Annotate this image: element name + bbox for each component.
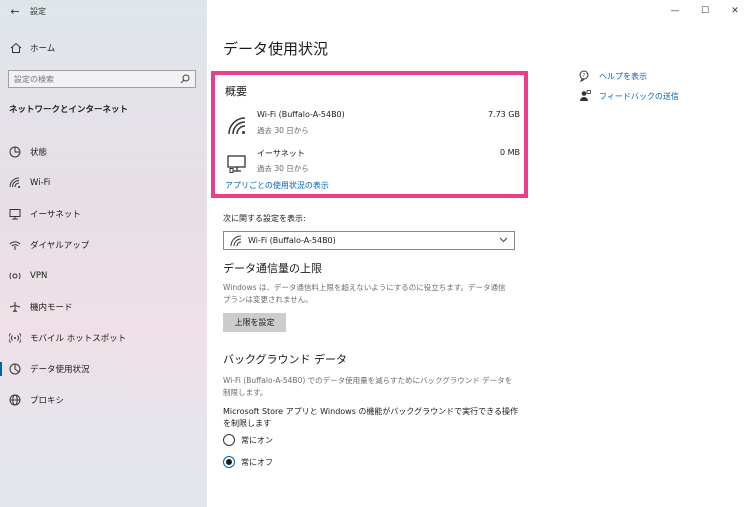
sidebar-item-airplane[interactable]: 機内モード xyxy=(0,291,207,322)
radio-label: 常にオン xyxy=(241,435,273,445)
airplane-icon xyxy=(8,300,22,314)
help-link[interactable]: ? ヘルプを表示 xyxy=(579,66,679,86)
minimize-icon: — xyxy=(670,6,680,16)
sidebar-item-data-usage[interactable]: データ使用状況 xyxy=(0,353,207,384)
network-select-value: Wi-Fi (Buffalo-A-54B0) xyxy=(248,236,336,245)
maximize-button[interactable]: ☐ xyxy=(690,0,720,22)
feedback-link-label: フィードバックの送信 xyxy=(599,91,679,101)
sidebar-item-label: ダイヤルアップ xyxy=(30,240,90,251)
search-input[interactable] xyxy=(14,74,174,84)
app-title: 設定 xyxy=(30,6,46,16)
dialup-icon xyxy=(8,238,22,252)
wifi-icon xyxy=(227,116,247,136)
sidebar-item-label: 状態 xyxy=(30,147,48,158)
sidebar-item-label: Wi-Fi xyxy=(30,177,51,188)
hotspot-icon xyxy=(8,331,22,345)
section-title: ネットワークとインターネット xyxy=(9,105,129,115)
back-button[interactable]: ← xyxy=(0,0,30,22)
network-name: イーサネット xyxy=(257,149,305,158)
sidebar-item-label: イーサネット xyxy=(30,209,81,220)
home-icon xyxy=(8,42,24,54)
vpn-icon xyxy=(8,269,22,283)
overview-row-wifi: Wi-Fi (Buffalo-A-54B0) 過去 30 日から 7.73 GB xyxy=(225,110,520,140)
page-title: データ使用状況 xyxy=(223,40,329,58)
ethernet-icon xyxy=(8,207,22,221)
radio-button[interactable] xyxy=(223,434,235,446)
chevron-down-icon xyxy=(499,236,508,245)
close-icon: ✕ xyxy=(731,6,739,16)
svg-text:?: ? xyxy=(583,73,586,79)
help-links: ? ヘルプを表示 フィードバックの送信 xyxy=(579,66,679,106)
view-usage-per-app-link[interactable]: アプリごとの使用状況の表示 xyxy=(225,180,329,191)
wifi-icon xyxy=(230,235,242,247)
background-question-line1: Microsoft Store アプリと Windows の機能がバックグラウン… xyxy=(223,407,518,416)
network-period: 過去 30 日から xyxy=(257,126,309,135)
feedback-person-icon xyxy=(579,90,591,102)
search-box[interactable] xyxy=(8,70,196,88)
set-limit-button[interactable]: 上限を設定 xyxy=(223,313,286,332)
overview-title: 概要 xyxy=(225,85,247,98)
title-bar: ← 設定 xyxy=(0,0,207,22)
home-label: ホーム xyxy=(30,44,56,54)
sidebar-nav: 状態 Wi-Fi イーサネット ダイヤルアップ VPN 機内モード モバイル ホ… xyxy=(0,136,207,415)
window-controls: — ☐ ✕ xyxy=(660,0,750,22)
sidebar-item-dialup[interactable]: ダイヤルアップ xyxy=(0,229,207,260)
sidebar: ← 設定 ホーム ネットワークとインターネット 状態 Wi-Fi xyxy=(0,0,207,507)
status-icon xyxy=(8,145,22,159)
data-limit-desc-line2: プランは変更されません。 xyxy=(223,295,313,304)
sidebar-item-label: データ使用状況 xyxy=(30,364,90,375)
sidebar-item-label: モバイル ホットスポット xyxy=(30,333,127,344)
sidebar-item-ethernet[interactable]: イーサネット xyxy=(0,198,207,229)
close-button[interactable]: ✕ xyxy=(720,0,750,22)
network-usage: 7.73 GB xyxy=(487,110,520,119)
ethernet-icon xyxy=(227,154,247,174)
radio-button[interactable] xyxy=(223,456,235,468)
sidebar-item-vpn[interactable]: VPN xyxy=(0,260,207,291)
search-icon[interactable] xyxy=(180,74,190,84)
radio-always-off[interactable]: 常にオフ xyxy=(223,456,273,468)
minimize-button[interactable]: — xyxy=(660,0,690,22)
background-data-title: バックグラウンド データ xyxy=(223,353,348,366)
sidebar-item-proxy[interactable]: プロキシ xyxy=(0,384,207,415)
show-settings-label: 次に関する設定を表示: xyxy=(223,214,306,223)
back-arrow-icon: ← xyxy=(10,4,20,18)
data-limit-title: データ通信量の上限 xyxy=(223,262,322,275)
network-name: Wi-Fi (Buffalo-A-54B0) xyxy=(257,110,345,119)
background-desc-line2: 制限します。 xyxy=(223,388,268,397)
network-period: 過去 30 日から xyxy=(257,164,309,173)
radio-label: 常にオフ xyxy=(241,457,273,467)
wifi-icon xyxy=(8,176,22,190)
help-chat-icon: ? xyxy=(579,70,591,82)
globe-icon xyxy=(8,393,22,407)
radio-always-on[interactable]: 常にオン xyxy=(223,434,273,446)
background-question-line2: を制限します xyxy=(223,419,271,428)
help-link-label: ヘルプを表示 xyxy=(599,71,647,81)
maximize-icon: ☐ xyxy=(700,6,710,16)
sidebar-item-label: プロキシ xyxy=(30,395,65,406)
sidebar-item-label: VPN xyxy=(30,270,48,281)
overview-row-ethernet: イーサネット 過去 30 日から 0 MB xyxy=(225,148,520,178)
main-content: — ☐ ✕ データ使用状況 概要 Wi-Fi (Buffalo-A-54B0) … xyxy=(207,0,750,507)
home-nav[interactable]: ホーム xyxy=(8,40,198,56)
sidebar-item-hotspot[interactable]: モバイル ホットスポット xyxy=(0,322,207,353)
network-select[interactable]: Wi-Fi (Buffalo-A-54B0) xyxy=(223,231,515,250)
data-usage-icon xyxy=(8,362,22,376)
network-usage: 0 MB xyxy=(499,148,520,157)
background-desc-line1: Wi-Fi (Buffalo-A-54B0) でのデータ使用量を減らすためにバッ… xyxy=(223,376,513,385)
sidebar-item-wifi[interactable]: Wi-Fi xyxy=(0,167,207,198)
feedback-link[interactable]: フィードバックの送信 xyxy=(579,86,679,106)
data-limit-desc-line1: Windows は、データ通信料上限を超えないようにするのに役立ちます。データ通… xyxy=(223,283,506,292)
background-question: Microsoft Store アプリと Windows の機能がバックグラウン… xyxy=(223,406,523,430)
overview-panel: 概要 Wi-Fi (Buffalo-A-54B0) 過去 30 日から 7.73… xyxy=(211,71,528,198)
sidebar-item-label: 機内モード xyxy=(30,302,73,313)
sidebar-item-status[interactable]: 状態 xyxy=(0,136,207,167)
